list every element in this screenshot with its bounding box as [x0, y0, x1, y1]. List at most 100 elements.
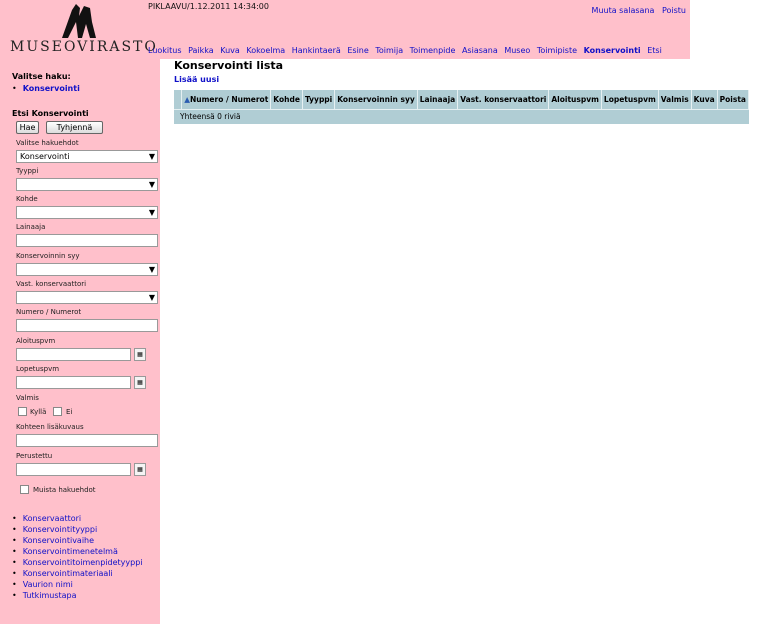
nav-luokitus[interactable]: Luokitus	[148, 46, 182, 55]
column-header-syy[interactable]: Konservoinnin syy	[334, 90, 418, 109]
nav-kokoelma[interactable]: Kokoelma	[246, 46, 285, 55]
other-criteria-checkbox[interactable]	[20, 485, 29, 494]
select-search-title: Valitse haku:	[12, 72, 71, 81]
ready-yes-label: Kyllä	[30, 408, 47, 416]
museum-logo-icon	[62, 4, 96, 38]
link-vaurion-nimi[interactable]: Vaurion nimi	[23, 580, 73, 589]
link-konservaattori[interactable]: Konservaattori	[23, 514, 81, 523]
nav-toimija[interactable]: Toimija	[375, 46, 403, 55]
extra-input[interactable]	[16, 434, 158, 447]
list-item: Konservointivaihe	[12, 535, 143, 546]
add-new-link[interactable]: Lisää uusi	[174, 75, 219, 84]
link-konservointitoimenpidetyyppi[interactable]: Konservointitoimenpidetyyppi	[23, 558, 143, 567]
search-type-list: Konservointi	[12, 83, 80, 94]
change-password-link[interactable]: Muuta salasana	[592, 6, 655, 15]
list-item: Konservointitoimenpidetyyppi	[12, 557, 143, 568]
page-title: Konservointi lista	[174, 59, 284, 72]
dropdown-arrow-icon: ▼	[148, 293, 155, 302]
main-nav: Luokitus Paikka Kuva Kokoelma Hankintaer…	[148, 46, 666, 55]
number-input[interactable]	[16, 319, 158, 332]
link-tutkimustapa[interactable]: Tutkimustapa	[23, 591, 77, 600]
criteria-select[interactable]: Konservointi ▼	[16, 150, 158, 163]
list-item: Konservointimateriaali	[12, 568, 143, 579]
total-count: Yhteensä 0 riviä	[174, 108, 749, 124]
header: MUSEOVIRASTO PIKLAAVU/1.12.2011 14:34:00…	[0, 0, 690, 59]
column-header-kohde[interactable]: Kohde	[270, 90, 303, 109]
type-select[interactable]: ▼	[16, 178, 158, 191]
dropdown-arrow-icon: ▼	[148, 152, 155, 161]
criteria-value: Konservointi	[20, 152, 70, 161]
related-links: Konservaattori Konservointityyppi Konser…	[12, 513, 143, 601]
other-criteria-label: Muista hakuehdot	[33, 486, 96, 494]
start-date-input[interactable]	[16, 348, 131, 361]
dropdown-arrow-icon: ▼	[148, 180, 155, 189]
column-header-lopetuspvm[interactable]: Lopetuspvm	[601, 90, 659, 109]
link-konservointimenetelma[interactable]: Konservointimenetelmä	[23, 547, 118, 556]
conservator-label: Vast. konservaattori	[16, 280, 87, 288]
logo: MUSEOVIRASTO	[10, 2, 156, 59]
calendar-icon[interactable]: ▦	[134, 376, 146, 389]
link-konservointivaihe[interactable]: Konservointivaihe	[23, 536, 94, 545]
founded-label: Perustettu	[16, 452, 53, 460]
nav-toimenpide[interactable]: Toimenpide	[410, 46, 456, 55]
clear-button[interactable]: Tyhjennä	[46, 121, 103, 134]
user-timestamp: PIKLAAVU/1.12.2011 14:34:00	[148, 2, 269, 11]
conservator-select[interactable]: ▼	[16, 291, 158, 304]
extra-label: Kohteen lisäkuvaus	[16, 423, 84, 431]
nav-kuva[interactable]: Kuva	[220, 46, 240, 55]
link-konservointimateriaali[interactable]: Konservointimateriaali	[23, 569, 113, 578]
list-item: Konservointimenetelmä	[12, 546, 143, 557]
ready-no-checkbox[interactable]	[53, 407, 62, 416]
ready-label: Valmis	[16, 394, 39, 402]
nav-esine[interactable]: Esine	[347, 46, 368, 55]
column-header-valmis[interactable]: Valmis	[658, 90, 692, 109]
nav-toimipiste[interactable]: Toimipiste	[537, 46, 577, 55]
nav-hankintaera[interactable]: Hankintaerä	[292, 46, 341, 55]
nav-museo[interactable]: Museo	[504, 46, 530, 55]
column-header-aloituspvm[interactable]: Aloituspvm	[548, 90, 602, 109]
nav-konservointi[interactable]: Konservointi	[584, 46, 641, 55]
logout-link[interactable]: Poistu	[662, 6, 686, 15]
nav-paikka[interactable]: Paikka	[188, 46, 214, 55]
list-item: Konservointi	[12, 83, 80, 94]
nav-etsi[interactable]: Etsi	[647, 46, 662, 55]
column-header-label: Numero / Numerot	[190, 94, 269, 104]
results-table: ▲Numero / Numerot Kohde Tyyppi Konservoi…	[174, 90, 750, 124]
lender-label: Lainaaja	[16, 223, 46, 231]
number-label: Numero / Numerot	[16, 308, 82, 316]
target-label: Kohde	[16, 195, 38, 203]
search-form-title: Etsi Konservointi	[12, 109, 89, 118]
reason-select[interactable]: ▼	[16, 263, 158, 276]
search-type-konservointi[interactable]: Konservointi	[23, 84, 80, 93]
founded-input[interactable]	[16, 463, 131, 476]
column-header-kuva[interactable]: Kuva	[691, 90, 718, 109]
column-header-konservaattori[interactable]: Vast. konservaattori	[457, 90, 550, 109]
nav-asiasana[interactable]: Asiasana	[462, 46, 498, 55]
column-header-number[interactable]: ▲Numero / Numerot	[181, 90, 272, 109]
top-links: Muuta salasana Poistu	[587, 6, 686, 15]
dropdown-arrow-icon: ▼	[148, 208, 155, 217]
column-header-lainaaja[interactable]: Lainaaja	[417, 90, 459, 109]
link-konservointityyppi[interactable]: Konservointityyppi	[23, 525, 97, 534]
ready-no-label: Ei	[66, 408, 73, 416]
logo-text: MUSEOVIRASTO	[10, 39, 158, 55]
start-date-label: Aloituspvm	[16, 337, 56, 345]
criteria-label: Valitse hakuehdot	[16, 139, 79, 147]
calendar-icon[interactable]: ▦	[134, 463, 146, 476]
type-label: Tyyppi	[16, 167, 39, 175]
column-header-poista[interactable]: Poista	[717, 90, 750, 109]
list-item: Tutkimustapa	[12, 590, 143, 601]
ready-yes-checkbox[interactable]	[18, 407, 27, 416]
search-button[interactable]: Hae	[16, 121, 39, 134]
list-item: Konservaattori	[12, 513, 143, 524]
list-item: Vaurion nimi	[12, 579, 143, 590]
end-date-label: Lopetuspvm	[16, 365, 60, 373]
end-date-input[interactable]	[16, 376, 131, 389]
sidebar: Valitse haku: Konservointi Etsi Konservo…	[0, 59, 160, 624]
lender-input[interactable]	[16, 234, 158, 247]
table-header-row: ▲Numero / Numerot Kohde Tyyppi Konservoi…	[174, 90, 750, 109]
calendar-icon[interactable]: ▦	[134, 348, 146, 361]
list-item: Konservointityyppi	[12, 524, 143, 535]
target-select[interactable]: ▼	[16, 206, 158, 219]
column-header-tyyppi[interactable]: Tyyppi	[302, 90, 336, 109]
